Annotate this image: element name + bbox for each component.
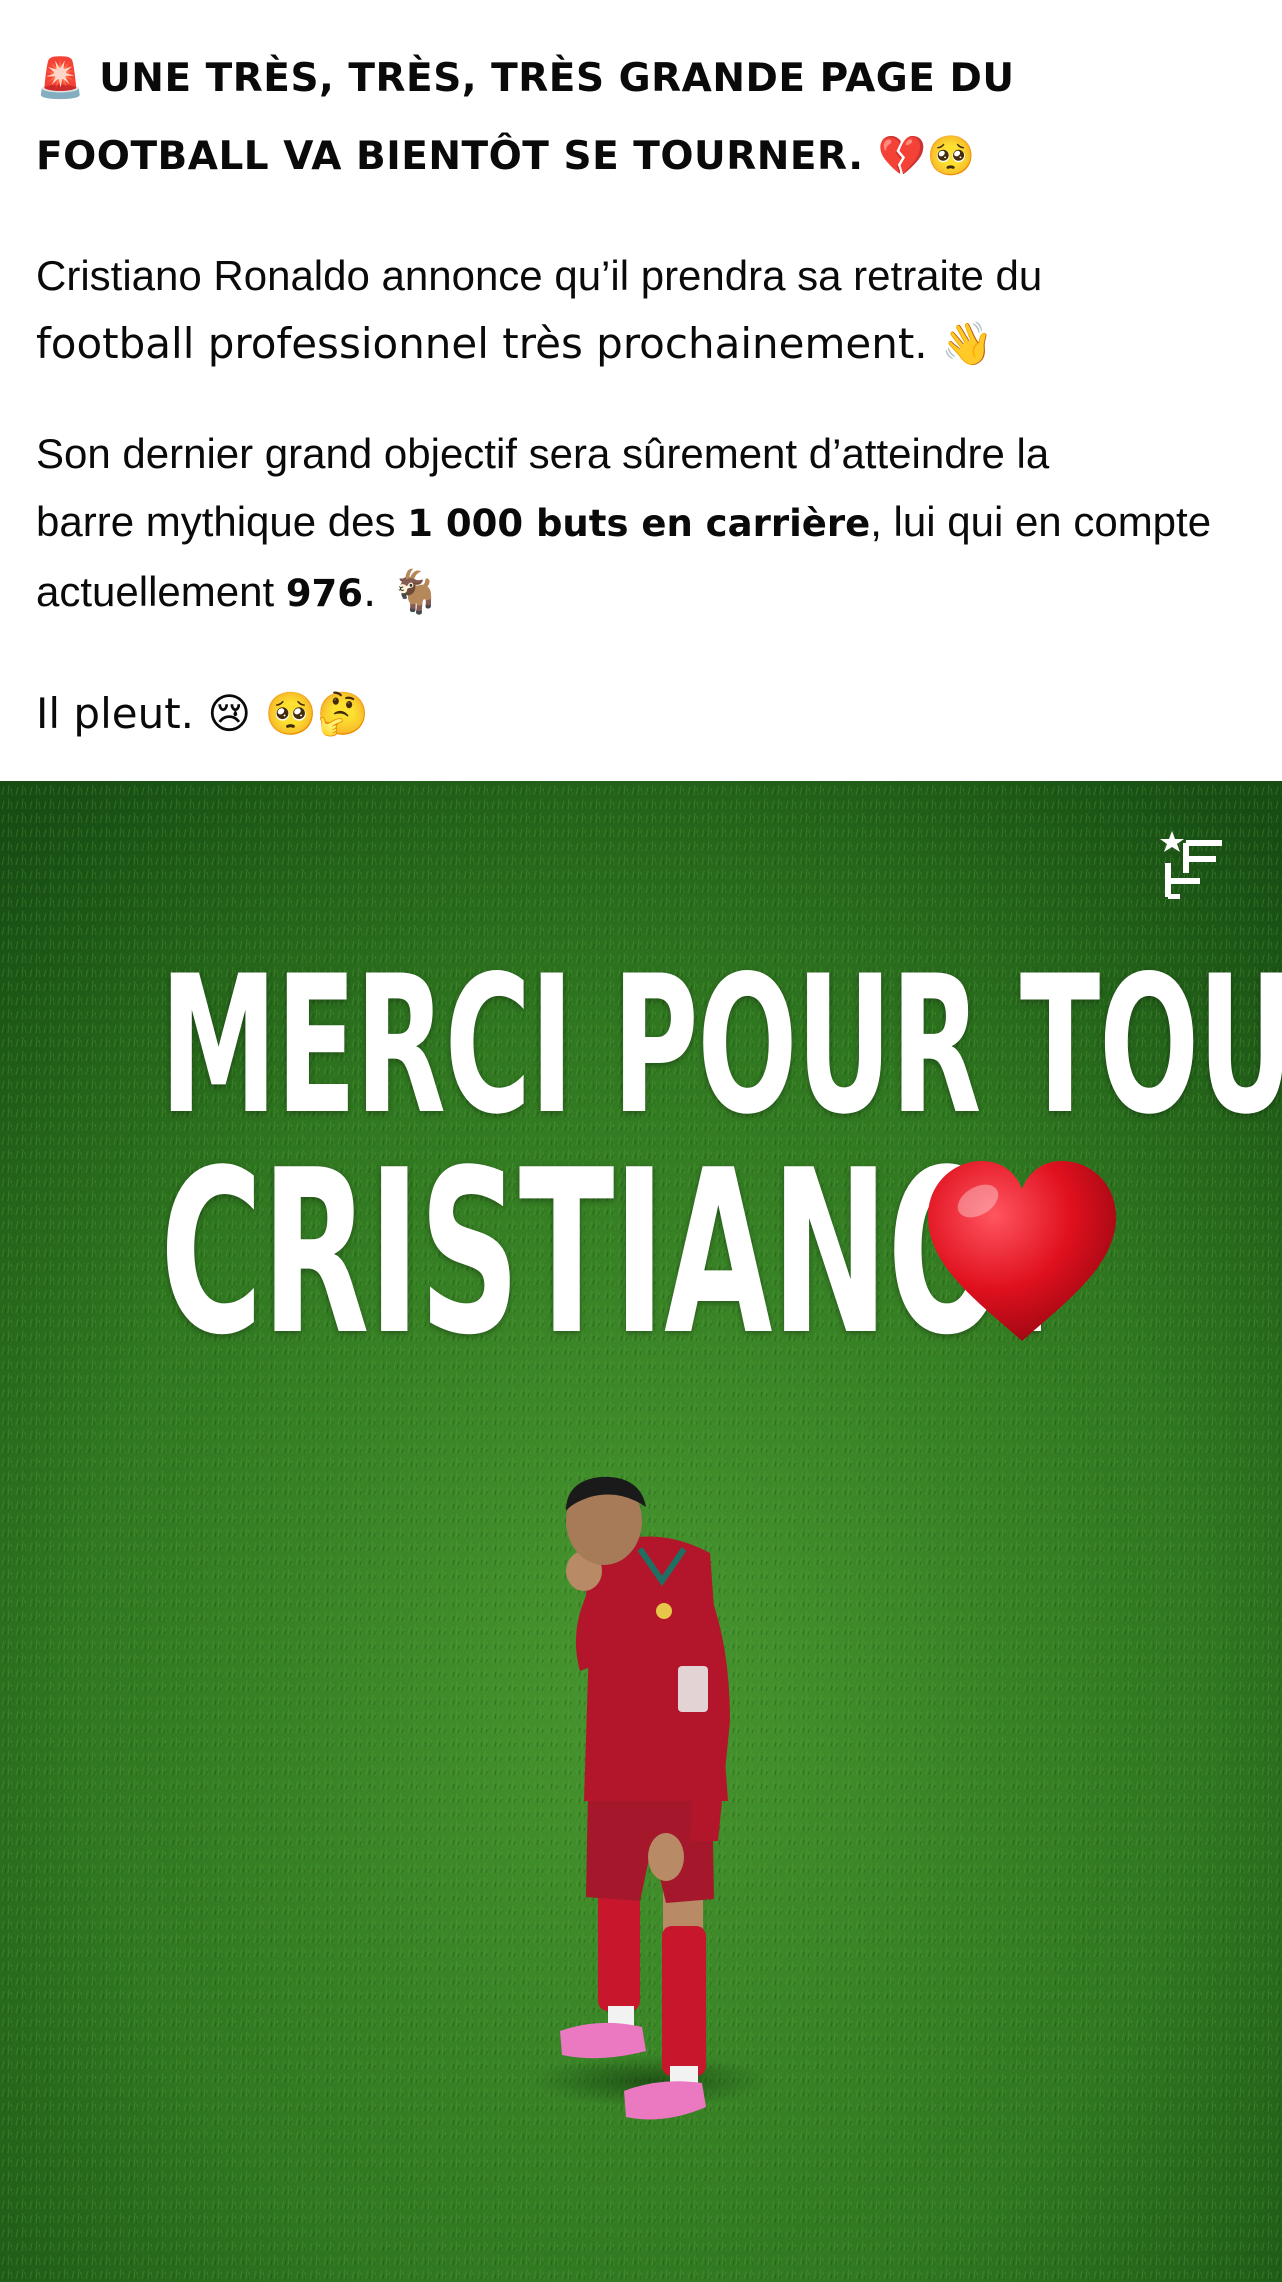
post-paragraph-rain: Il pleut. 😢 🥺🤔 [36, 680, 1256, 748]
paragraph-text: barre mythique des [36, 498, 408, 545]
paragraph-text: Il pleut. 😢 🥺🤔 [36, 689, 370, 738]
paragraph-text: . 🐐 [363, 567, 443, 616]
headline-line-1: 🚨 UNE TRÈS, TRÈS, TRÈS GRANDE PAGE DU [36, 56, 1015, 101]
post-text: 🚨 UNE TRÈS, TRÈS, TRÈS GRANDE PAGE DU FO… [36, 40, 1256, 748]
paragraph-text: , lui qui en compte [870, 498, 1212, 545]
post-paragraph-goal: Son dernier grand objectif sera sûrement… [36, 420, 1256, 628]
post-headline: 🚨 UNE TRÈS, TRÈS, TRÈS GRANDE PAGE DU FO… [36, 40, 1256, 196]
bold-current-goals: 976 [285, 572, 364, 615]
star-f-logo-icon [1160, 831, 1222, 899]
bold-goal-count: 1 000 buts en carrière [407, 502, 871, 545]
paragraph-text: Cristiano Ronaldo annonce qu’il prendra … [36, 252, 1043, 299]
post-image[interactable]: MERCI POUR TOUT, CRISTIANO. [0, 781, 1282, 2282]
paragraph-text: football professionnel très prochainemen… [36, 319, 994, 368]
headline-line-2: FOOTBALL VA BIENTÔT SE TOURNER. 💔🥺 [36, 134, 976, 179]
red-heart-icon [928, 1161, 1116, 1341]
overlay-title-line-1: MERCI POUR TOUT, [160, 935, 1282, 1156]
post-paragraph-retirement: Cristiano Ronaldo annonce qu’il prendra … [36, 242, 1256, 378]
paragraph-text: Son dernier grand objectif sera sûrement… [36, 430, 1050, 477]
paragraph-text: actuellement [36, 568, 286, 615]
overlay-title-line-2: CRISTIANO. [160, 1122, 1055, 1385]
